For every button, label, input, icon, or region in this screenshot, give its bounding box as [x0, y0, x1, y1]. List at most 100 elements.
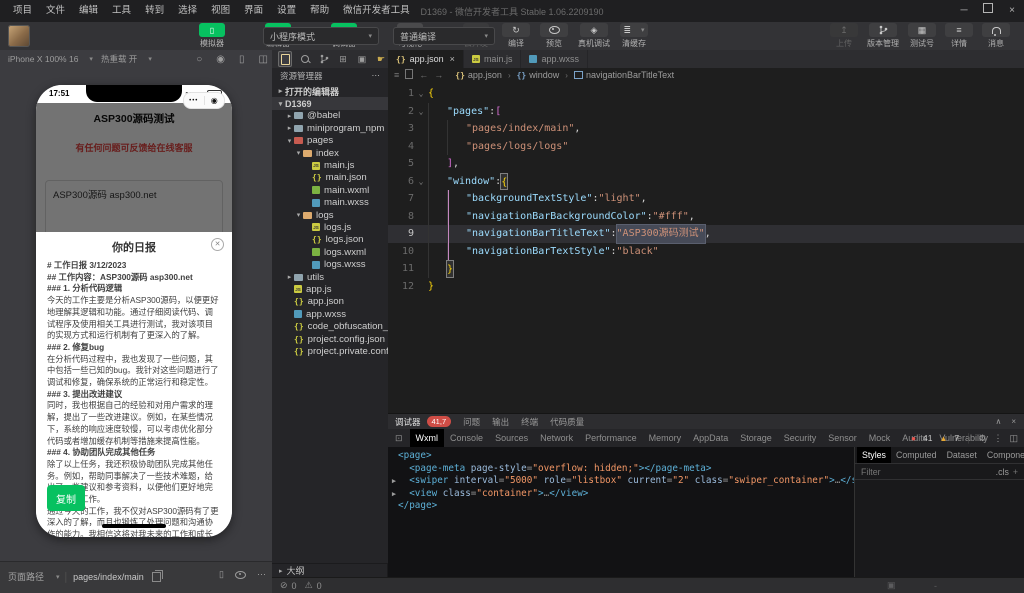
- debugger-tab-问题[interactable]: 问题: [463, 416, 480, 428]
- user-avatar[interactable]: [8, 25, 30, 47]
- tree-item[interactable]: {}logs.json: [272, 234, 388, 246]
- debugger-tab-调试器[interactable]: 调试器: [395, 416, 421, 428]
- element-node[interactable]: </page>: [390, 500, 852, 513]
- code-line[interactable]: 2⌄"pages": [: [388, 103, 1024, 121]
- wxml-elements-tree[interactable]: <page> <page-meta page-style="overflow: …: [388, 447, 854, 578]
- code-line[interactable]: 1⌄{: [388, 85, 1024, 103]
- collapse-icon[interactable]: ∧: [995, 417, 1001, 426]
- hand-icon[interactable]: ☛: [375, 52, 387, 66]
- git-icon[interactable]: [318, 52, 330, 66]
- bookmark-icon[interactable]: [405, 69, 413, 81]
- fold-icon[interactable]: ⌄: [414, 85, 428, 103]
- capsule-button[interactable]: ••• ◉: [183, 92, 225, 109]
- fold-icon[interactable]: ⌄: [414, 173, 428, 191]
- code-line[interactable]: 12}: [388, 278, 1024, 296]
- filter-input[interactable]: Filter: [861, 467, 881, 477]
- tree-item[interactable]: main.wxml: [272, 184, 388, 196]
- multi-window-icon[interactable]: ◫: [259, 54, 268, 65]
- toolbar-button-编译[interactable]: ↻编译: [502, 23, 530, 49]
- devtools-tab-Sensor[interactable]: Sensor: [822, 429, 863, 447]
- rotate-icon[interactable]: ○: [196, 54, 202, 65]
- devtools-tab-Performance[interactable]: Performance: [579, 429, 643, 447]
- tree-item[interactable]: {}project.config.json: [272, 333, 388, 345]
- devtools-tab-Mock[interactable]: Mock: [863, 429, 897, 447]
- eye-icon[interactable]: [235, 571, 246, 579]
- expand-arrow-icon[interactable]: ▶: [390, 488, 398, 501]
- code-editor[interactable]: 1⌄{2⌄"pages": [3"pages/index/main",4"pag…: [388, 82, 1024, 413]
- element-node[interactable]: <page>: [390, 450, 852, 463]
- styles-tab-Dataset[interactable]: Dataset: [942, 447, 982, 463]
- menu-item[interactable]: 界面: [237, 0, 270, 22]
- toolbar-button-详情[interactable]: ≡详情: [945, 23, 973, 49]
- copy-button[interactable]: 复制: [47, 485, 85, 511]
- breadcrumb-item[interactable]: {}app.json: [455, 70, 502, 80]
- devtools-tab-Wxml[interactable]: Wxml: [410, 429, 445, 447]
- minimize-button[interactable]: ─: [952, 0, 976, 22]
- tree-item[interactable]: ▸utils: [272, 271, 388, 283]
- outline-section[interactable]: ▸ 大纲: [272, 563, 388, 577]
- toolbar-button-版本管理[interactable]: 版本管理: [867, 23, 899, 49]
- toolbar-button-真机调试[interactable]: ◈真机调试: [578, 23, 610, 49]
- tree-item[interactable]: JSapp.js: [272, 283, 388, 295]
- forward-icon[interactable]: →: [434, 70, 443, 80]
- debugger-tab-终端[interactable]: 终端: [521, 416, 538, 428]
- error-count[interactable]: 41: [923, 433, 932, 443]
- devtools-tab-Storage[interactable]: Storage: [734, 429, 778, 447]
- devtools-tab-Sources[interactable]: Sources: [489, 429, 534, 447]
- devtools-tab-Console[interactable]: Console: [444, 429, 489, 447]
- breadcrumb-item[interactable]: {}window: [517, 70, 560, 80]
- device-window-icon[interactable]: ▯: [219, 569, 224, 580]
- tree-item[interactable]: {}app.json: [272, 296, 388, 308]
- warning-summary-count[interactable]: 0: [317, 581, 322, 591]
- add-style-icon[interactable]: +: [1013, 467, 1018, 477]
- styles-tab-Component Data[interactable]: Component Data: [982, 447, 1024, 463]
- page-path-label[interactable]: 页面路径: [8, 570, 44, 583]
- device-select[interactable]: iPhone X 100% 16▾: [8, 54, 93, 64]
- device-frame-icon[interactable]: ▯: [239, 54, 245, 65]
- tree-item[interactable]: ▾index: [272, 147, 388, 159]
- menu-item[interactable]: 选择: [171, 0, 204, 22]
- devtools-tab-Memory[interactable]: Memory: [643, 429, 688, 447]
- more-icon[interactable]: ⋯: [372, 70, 381, 81]
- inspect-target-icon[interactable]: ◉: [216, 54, 225, 65]
- toolbar-button-消息[interactable]: 消息: [982, 23, 1010, 49]
- tree-section[interactable]: ▾D1369: [272, 97, 388, 109]
- code-line[interactable]: 11}: [388, 260, 1024, 278]
- cls-toggle[interactable]: .cls: [996, 467, 1009, 477]
- grid-icon[interactable]: ⊞: [337, 52, 349, 66]
- styles-tab-Styles[interactable]: Styles: [857, 447, 891, 463]
- toolbar-button-预览[interactable]: 预览: [540, 23, 568, 49]
- element-node[interactable]: ▶ <view class="container">…</view>: [390, 488, 852, 501]
- menu-item[interactable]: 视图: [204, 0, 237, 22]
- close-icon[interactable]: ✕: [211, 238, 224, 251]
- menu-item[interactable]: 工具: [105, 0, 138, 22]
- tree-item[interactable]: ▾pages: [272, 135, 388, 147]
- close-icon[interactable]: ×: [450, 54, 455, 64]
- search-icon[interactable]: [299, 52, 311, 66]
- menu-item[interactable]: 文件: [39, 0, 72, 22]
- code-line[interactable]: 5],: [388, 155, 1024, 173]
- menu-item[interactable]: 编辑: [72, 0, 105, 22]
- tree-item[interactable]: ▸@babel: [272, 110, 388, 122]
- list-icon[interactable]: ≡: [394, 70, 399, 80]
- styles-tab-Computed[interactable]: Computed: [891, 447, 942, 463]
- tree-item[interactable]: ▸miniprogram_npm: [272, 122, 388, 134]
- mode-select[interactable]: 小程序模式 ▾: [263, 27, 379, 45]
- fold-icon[interactable]: ⌄: [414, 103, 428, 121]
- debugger-tab-输出[interactable]: 输出: [492, 416, 509, 428]
- code-line[interactable]: 3"pages/index/main",: [388, 120, 1024, 138]
- tab-app.json[interactable]: {}app.json×: [388, 50, 464, 68]
- toolbar-button-测试号[interactable]: ▦测试号: [908, 23, 936, 49]
- explorer-icon[interactable]: [278, 51, 292, 67]
- close-button[interactable]: ×: [1000, 0, 1024, 22]
- code-line[interactable]: 6⌄"window": {: [388, 173, 1024, 191]
- compile-select[interactable]: 普通编译 ▾: [393, 27, 495, 45]
- maximize-button[interactable]: [976, 0, 1000, 22]
- toolbar-button-模拟器[interactable]: ▯模拟器: [190, 23, 234, 49]
- tree-item[interactable]: JSmain.js: [272, 159, 388, 171]
- element-node[interactable]: ▶ <swiper interval="5000" role="listbox"…: [390, 475, 852, 488]
- expand-arrow-icon[interactable]: ▶: [390, 475, 398, 488]
- tree-item[interactable]: JSlogs.js: [272, 221, 388, 233]
- code-line[interactable]: 10"navigationBarTextStyle": "black": [388, 243, 1024, 261]
- toolbar-button-上传[interactable]: ↥上传: [830, 23, 858, 49]
